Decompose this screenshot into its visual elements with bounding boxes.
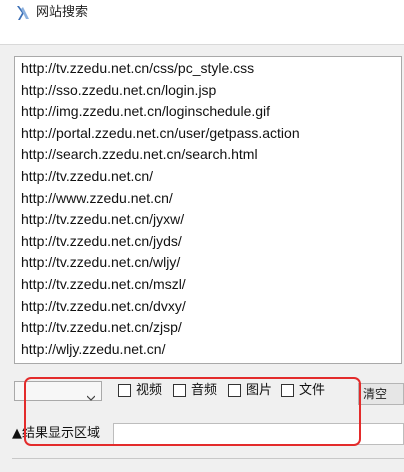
- list-item[interactable]: http://tv.zzedu.net.cn/: [21, 166, 153, 187]
- result-field[interactable]: [113, 423, 404, 445]
- list-item[interactable]: http://tv.zzedu.net.cn/zjsp/: [21, 317, 182, 338]
- list-item[interactable]: http://tv.zzedu.net.cn/mszl/: [21, 274, 186, 295]
- checkbox-audio-label: 音频: [191, 383, 218, 398]
- list-item[interactable]: http://tv.zzedu.net.cn/dvxy/: [21, 296, 186, 317]
- checkbox-box[interactable]: [173, 384, 186, 397]
- title-bar: 网站搜索: [0, 0, 404, 45]
- checkbox-box[interactable]: [118, 384, 131, 397]
- list-item[interactable]: http://search.zzedu.net.cn/search.html: [21, 144, 258, 165]
- checkbox-image-label: 图片: [246, 383, 273, 398]
- divider: [12, 458, 404, 459]
- list-item[interactable]: http://tv.zzedu.net.cn/wljy/: [21, 252, 180, 273]
- list-item[interactable]: http://www.zzedu.net.cn/: [21, 188, 173, 209]
- app-icon: [14, 4, 32, 22]
- checkbox-box[interactable]: [281, 384, 294, 397]
- filter-dropdown[interactable]: [14, 381, 102, 401]
- clear-button[interactable]: 清空: [358, 383, 404, 405]
- list-item[interactable]: http://sso.zzedu.net.cn/login.jsp: [21, 80, 216, 101]
- list-item[interactable]: http://tv.zzedu.net.cn/css/pc_style.css: [21, 58, 254, 79]
- list-item[interactable]: http://wljy.zzedu.net.cn/: [21, 339, 165, 360]
- checkbox-file-label: 文件: [299, 383, 326, 398]
- result-label: ▲结果显示区域: [12, 426, 100, 441]
- list-item[interactable]: http://portal.zzedu.net.cn/user/getpass.…: [21, 123, 300, 144]
- url-list[interactable]: http://tv.zzedu.net.cn/css/pc_style.css h…: [14, 56, 402, 364]
- list-item[interactable]: http://img.zzedu.net.cn/loginschedule.gi…: [21, 101, 270, 122]
- chevron-down-icon: [86, 387, 96, 401]
- window-title: 网站搜索: [36, 5, 89, 20]
- list-item[interactable]: http://tv.zzedu.net.cn/jyxw/: [21, 209, 184, 230]
- list-item[interactable]: http://tv.zzedu.net.cn/jyds/: [21, 231, 182, 252]
- checkbox-box[interactable]: [228, 384, 241, 397]
- checkbox-video-label: 视频: [136, 383, 163, 398]
